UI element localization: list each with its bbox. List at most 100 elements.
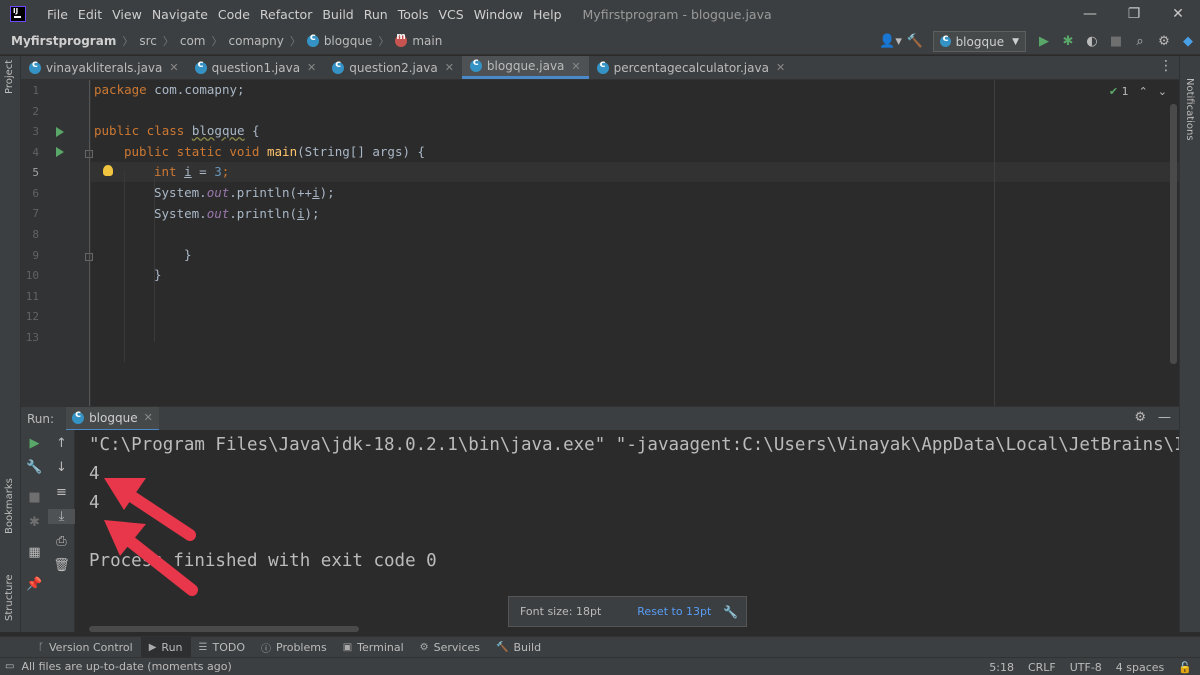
tab-question1[interactable]: question1.java ✕ bbox=[187, 56, 325, 79]
code-editor[interactable]: 1 2 3 4 5 6 7 8 9 10 11 12 13 package co… bbox=[21, 80, 1179, 406]
tab-percentagecalculator[interactable]: percentagecalculator.java ✕ bbox=[589, 56, 794, 79]
indent-guide bbox=[124, 172, 125, 362]
menu-window[interactable]: Window bbox=[469, 7, 528, 22]
menu-edit[interactable]: Edit bbox=[73, 7, 107, 22]
chevron-down-icon[interactable]: ⌄ bbox=[1158, 85, 1167, 98]
close-icon[interactable]: ✕ bbox=[776, 61, 785, 74]
build-tool-button[interactable]: 🔨 Build bbox=[488, 637, 549, 658]
terminal-tool-button[interactable]: ▣ Terminal bbox=[335, 637, 412, 658]
run-panel-label: Run: bbox=[27, 411, 55, 426]
debug-icon[interactable]: ✱ bbox=[1056, 34, 1080, 49]
run-tool-button[interactable]: ▶ Run bbox=[140, 636, 191, 658]
arrow-up-icon[interactable]: ↑ bbox=[48, 436, 75, 451]
notifications-tool-button[interactable]: Notifications bbox=[1184, 78, 1195, 141]
inspection-widget[interactable]: ✔ 1 ⌃ ⌄ bbox=[1109, 85, 1167, 98]
code-line-10: } bbox=[154, 267, 162, 282]
inspection-count-value: 1 bbox=[1121, 85, 1129, 98]
menu-tools[interactable]: Tools bbox=[393, 7, 434, 22]
settings-gear-icon[interactable]: ⚙ bbox=[1134, 410, 1146, 425]
java-class-icon bbox=[72, 409, 85, 424]
coverage-icon[interactable]: ◐ bbox=[1080, 34, 1104, 49]
debug-gear-icon[interactable]: ✱ bbox=[21, 515, 48, 530]
status-square-icon[interactable]: ▭ bbox=[5, 661, 14, 672]
reset-font-size-link[interactable]: Reset to 13pt bbox=[637, 605, 711, 618]
menu-help[interactable]: Help bbox=[528, 7, 567, 22]
console-horizontal-scrollbar[interactable] bbox=[89, 626, 359, 632]
arrow-down-icon[interactable]: ↓ bbox=[48, 460, 75, 475]
services-tool-button[interactable]: ⚙ Services bbox=[412, 637, 488, 658]
tab-blogque[interactable]: blogque.java ✕ bbox=[461, 56, 589, 79]
build-hammer-icon[interactable]: 🔨 bbox=[903, 34, 927, 49]
wrench-icon[interactable]: 🔧 bbox=[21, 460, 48, 475]
close-icon[interactable]: ✕ bbox=[445, 61, 454, 74]
number-literal: 3 bbox=[214, 164, 222, 179]
breadcrumb-com[interactable]: com bbox=[180, 34, 206, 48]
search-icon[interactable]: ⌕ bbox=[1128, 34, 1152, 49]
run-tab-blogque[interactable]: blogque ✕ bbox=[66, 406, 159, 431]
editor-scrollbar[interactable] bbox=[1170, 104, 1177, 364]
trash-icon[interactable]: 🗑 bbox=[48, 558, 75, 573]
breadcrumb-src[interactable]: src bbox=[139, 34, 157, 48]
breadcrumb-comapny[interactable]: comapny bbox=[229, 34, 284, 48]
more-tabs-icon[interactable]: ⋮ bbox=[1159, 58, 1173, 74]
layout-icon[interactable]: ▦ bbox=[21, 545, 48, 560]
close-icon[interactable]: ✕ bbox=[307, 61, 316, 74]
soft-wrap-icon[interactable]: ≡ bbox=[48, 485, 75, 500]
menu-refactor[interactable]: Refactor bbox=[255, 7, 317, 22]
menu-run[interactable]: Run bbox=[359, 7, 393, 22]
run-icon[interactable]: ▶ bbox=[1032, 34, 1056, 49]
chevron-right-icon: 〉 bbox=[378, 35, 390, 48]
wrench-icon[interactable]: 🔧 bbox=[723, 605, 738, 619]
line-separator[interactable]: CRLF bbox=[1028, 661, 1056, 674]
indent-setting[interactable]: 4 spaces bbox=[1116, 661, 1165, 674]
scroll-to-end-icon[interactable]: ⤓ bbox=[48, 509, 75, 524]
structure-tool-button[interactable]: Structure bbox=[4, 574, 15, 621]
todo-tool-button[interactable]: ☰ TODO bbox=[191, 637, 253, 658]
close-icon[interactable]: ✕ bbox=[571, 60, 580, 73]
status-message[interactable]: All files are up-to-date (moments ago) bbox=[21, 660, 231, 673]
hide-panel-icon[interactable]: — bbox=[1158, 410, 1171, 425]
breadcrumb-method[interactable]: main bbox=[412, 34, 442, 48]
menu-vcs[interactable]: VCS bbox=[434, 7, 469, 22]
code-text: { bbox=[244, 123, 260, 138]
problems-tool-button[interactable]: ⓘ Problems bbox=[253, 637, 335, 658]
intention-lightbulb-icon[interactable] bbox=[103, 165, 113, 176]
run-class-gutter-icon[interactable] bbox=[56, 127, 64, 137]
maximize-button[interactable]: ❐ bbox=[1112, 0, 1156, 28]
menu-code[interactable]: Code bbox=[213, 7, 255, 22]
project-tool-button[interactable]: Project bbox=[4, 60, 15, 94]
code-text: = bbox=[191, 164, 215, 179]
caret-position[interactable]: 5:18 bbox=[989, 661, 1014, 674]
settings-gear-icon[interactable]: ⚙ bbox=[1152, 34, 1176, 49]
version-control-tool-button[interactable]: ᚴ Version Control bbox=[30, 637, 141, 658]
tab-question2[interactable]: question2.java ✕ bbox=[324, 56, 462, 79]
pin-icon[interactable]: 📌 bbox=[21, 577, 48, 592]
jetbrains-toolbox-icon[interactable]: ◆ bbox=[1176, 34, 1200, 49]
tool-label: Terminal bbox=[357, 640, 404, 654]
run-configuration-select[interactable]: blogque ▼ bbox=[932, 31, 1026, 52]
file-encoding[interactable]: UTF-8 bbox=[1070, 661, 1102, 674]
menu-build[interactable]: Build bbox=[317, 7, 358, 22]
run-main-gutter-icon[interactable] bbox=[56, 147, 64, 157]
print-icon[interactable]: ⎙ bbox=[48, 534, 75, 549]
chevron-up-icon[interactable]: ⌃ bbox=[1139, 85, 1148, 98]
bookmarks-tool-button[interactable]: Bookmarks bbox=[4, 478, 15, 534]
status-widgets: 5:18 CRLF UTF-8 4 spaces 🔓 bbox=[989, 658, 1192, 675]
breadcrumb-project[interactable]: Myfirstprogram bbox=[11, 34, 116, 48]
close-icon[interactable]: ✕ bbox=[144, 411, 153, 424]
minimize-button[interactable]: — bbox=[1068, 0, 1112, 28]
rerun-icon[interactable]: ▶ bbox=[21, 436, 48, 451]
run-configuration-label: blogque bbox=[955, 34, 1005, 49]
menu-file[interactable]: File bbox=[42, 7, 73, 22]
tab-vinayakliterals[interactable]: vinayakliterals.java ✕ bbox=[21, 56, 187, 79]
stop-icon[interactable]: ■ bbox=[21, 490, 48, 505]
user-icon[interactable]: 👤▾ bbox=[879, 34, 903, 49]
close-icon[interactable]: ✕ bbox=[169, 61, 178, 74]
lock-icon[interactable]: 🔓 bbox=[1178, 661, 1192, 674]
menu-view[interactable]: View bbox=[107, 7, 147, 22]
stop-icon[interactable]: ■ bbox=[1104, 34, 1128, 49]
menu-navigate[interactable]: Navigate bbox=[147, 7, 213, 22]
breadcrumb-class[interactable]: blogque bbox=[324, 34, 373, 48]
keyword: public class bbox=[94, 123, 185, 138]
close-window-button[interactable]: ✕ bbox=[1156, 0, 1200, 28]
